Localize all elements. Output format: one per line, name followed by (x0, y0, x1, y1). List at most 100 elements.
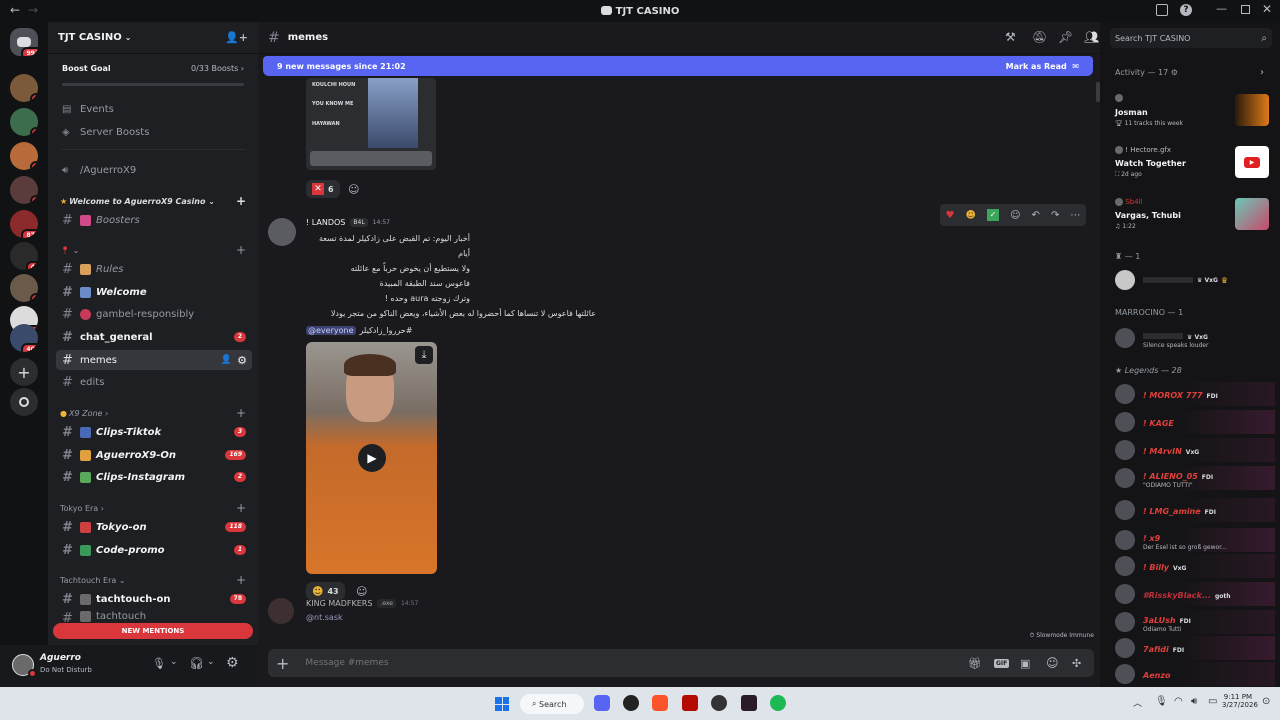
heart-reaction-icon[interactable]: ♥ (946, 210, 955, 221)
app-taskbar-icon[interactable] (623, 695, 639, 711)
add-channel-icon[interactable]: + (236, 406, 246, 420)
close-icon[interactable]: ✕ (1262, 2, 1272, 16)
member-item[interactable]: #RisskyBlack... goth (1115, 582, 1275, 606)
notification-icon[interactable]: ⊙ (1262, 696, 1270, 707)
member-item[interactable]: ! x9 Der Esel ist so groß gewor... (1115, 528, 1275, 552)
sticker-icon[interactable]: ▣ (1020, 657, 1030, 670)
sidebar-item-chat-general[interactable]: # chat_general 2 (56, 327, 252, 347)
new-mentions-button[interactable]: NEW MENTIONS (53, 623, 253, 639)
check-reaction-icon[interactable]: ✓ (987, 209, 1000, 221)
windows-start-icon[interactable] (495, 697, 509, 711)
member-item[interactable]: ! M4rvIN VxG (1115, 438, 1275, 462)
sidebar-item-edits[interactable]: # edits (56, 372, 252, 392)
app-taskbar-icon[interactable] (741, 695, 757, 711)
category-x9[interactable]: ● X9 Zone › + (56, 405, 252, 421)
help-icon[interactable]: ? (1180, 4, 1192, 16)
inbox-icon[interactable] (1156, 4, 1168, 16)
pin-icon[interactable]: 📌︎ (1058, 30, 1073, 44)
category-tokyo[interactable]: Tokyo Era › + (56, 500, 252, 516)
volume-icon[interactable]: 🔊︎ (1191, 696, 1197, 707)
home-icon[interactable]: 993 (10, 28, 38, 56)
emoji-picker-icon[interactable]: ☺ (1046, 656, 1059, 670)
tray-chevron-icon[interactable]: ︿ (1133, 696, 1142, 709)
server-icon[interactable]: 1 (10, 108, 38, 136)
category-small[interactable]: 📍︎ ⌄ + (56, 242, 252, 258)
author-name[interactable]: KING MADFKERS (306, 599, 372, 608)
server-icon[interactable]: 879 (10, 210, 38, 238)
apps-icon[interactable]: ✣ (1072, 657, 1081, 670)
member-item[interactable]: ♛ VxG Silence speaks louder (1115, 324, 1275, 352)
sidebar-item-tachtouch-on[interactable]: # tachtouch-on 78 (56, 589, 252, 609)
sidebar-item-rules[interactable]: # Rules (56, 259, 252, 279)
add-reaction-icon[interactable]: ☺ (1010, 210, 1020, 221)
gift-icon[interactable]: 🎁︎ (968, 657, 982, 670)
everyone-mention[interactable]: @everyone (306, 326, 356, 335)
reaction-x[interactable]: ✕ 6 (306, 180, 340, 198)
add-member-icon[interactable]: 👤+ (225, 31, 248, 44)
category-welcome[interactable]: ★ Welcome to AguerroX9 Casino ⌄ + (56, 193, 252, 209)
sidebar-item-boosters[interactable]: # Boosters (56, 210, 252, 230)
message[interactable]: ! LANDOS B4L 14:57 ♥ ☻ ✓ ☺ ↶ ↷ ⋯ أخبار ا… (258, 204, 1100, 600)
brave-taskbar-icon[interactable] (652, 695, 668, 711)
app-taskbar-icon[interactable] (711, 695, 727, 711)
laugh-reaction-icon[interactable]: ☻ (966, 210, 976, 221)
sidebar-item-clips-tiktok[interactable]: # Clips-Tiktok 3 (56, 422, 252, 442)
chevron-down-icon[interactable]: ⌄ (207, 657, 215, 667)
server-icon[interactable]: 3 (10, 176, 38, 204)
activity-item[interactable]: Sb4ll Vargas, Tchubi ♫ 1:22 (1115, 198, 1275, 238)
play-button-icon[interactable]: ▶ (358, 444, 386, 472)
mark-as-read-button[interactable]: Mark as Read ✉︎ (1006, 62, 1079, 71)
gear-icon[interactable]: ⚙ (1171, 68, 1178, 77)
member-list-icon[interactable]: 👥︎ (1084, 30, 1099, 44)
server-icon[interactable]: 1 (10, 74, 38, 102)
boost-goal[interactable]: Boost Goal 0/33 Boosts › (48, 54, 258, 82)
sidebar-item-clips-instagram[interactable]: # Clips-Instagram 2 (56, 467, 252, 487)
member-item[interactable]: ! ALIENO_05 FDI "ODIAMO TUTTI" (1115, 466, 1275, 490)
add-channel-icon[interactable]: + (236, 194, 246, 208)
sidebar-item-tachtouch[interactable]: # tachtouch (56, 611, 252, 623)
server-header[interactable]: TJT CASINO ⌄ 👤+ (48, 22, 258, 54)
avatar[interactable] (268, 218, 296, 246)
member-item[interactable]: ! KAGE (1115, 410, 1275, 434)
adobe-taskbar-icon[interactable] (682, 695, 698, 711)
member-item[interactable]: ♛ VxG ♛ (1115, 268, 1275, 292)
maximize-icon[interactable] (1241, 5, 1250, 14)
member-item[interactable]: 3aLUsh FDI Odiamo Tutti (1115, 610, 1275, 634)
sidebar-item-memes[interactable]: # memes 👤 ⚙ (56, 350, 252, 370)
add-channel-icon[interactable]: + (236, 573, 246, 587)
wifi-icon[interactable]: ◠ (1174, 696, 1183, 707)
member-item[interactable]: ! MOROX 777 FDI (1115, 382, 1275, 406)
download-icon[interactable]: ⤓ (415, 346, 433, 364)
sidebar-item-code-promo[interactable]: # Code-promo 1 (56, 540, 252, 560)
settings-gear-icon[interactable]: ⚙ (226, 655, 239, 671)
add-server-icon[interactable]: + (10, 358, 38, 386)
sidebar-item-gambel[interactable]: # gambel-responsibly (56, 304, 252, 324)
mic-tray-icon[interactable]: 🎙︎ (1155, 696, 1168, 707)
gif-icon[interactable]: GIF (994, 658, 1010, 668)
more-icon[interactable]: ⋯ (1070, 210, 1080, 221)
sidebar-item-tokyo-on[interactable]: # Tokyo-on 118 (56, 517, 252, 537)
username[interactable]: Aguerro (40, 653, 81, 663)
member-item[interactable]: Aenzo (1115, 662, 1275, 686)
server-icon[interactable]: 2 (10, 142, 38, 170)
new-messages-bar[interactable]: 9 new messages since 21:02 Mark as Read … (263, 56, 1093, 76)
battery-icon[interactable]: ▭ (1208, 696, 1217, 707)
member-item[interactable]: ! LMG_amine FDI (1115, 498, 1275, 522)
headphones-icon[interactable]: 🎧︎ (189, 656, 204, 670)
server-icon[interactable]: 405 (10, 324, 38, 352)
add-channel-icon[interactable]: + (236, 501, 246, 515)
member-item[interactable]: ! Billy VxG (1115, 554, 1275, 578)
sidebar-item-events[interactable]: ▤ Events (56, 99, 252, 119)
forward-icon[interactable]: ↷ (1051, 210, 1059, 221)
author-name[interactable]: ! LANDOS (306, 218, 345, 227)
invite-icon[interactable]: 👤 (221, 355, 232, 365)
activity-item[interactable]: Josman 🏆︎ 11 tracks this week (1115, 94, 1275, 134)
minimize-icon[interactable]: — (1216, 2, 1227, 15)
avatar[interactable] (268, 598, 294, 624)
microphone-icon[interactable]: 🎙︎ (152, 657, 166, 670)
message[interactable]: KING MADFKERS .exe 14:57 @nt.sask (258, 594, 1100, 634)
gear-icon[interactable]: ⚙ (237, 354, 247, 367)
add-reaction-icon[interactable]: ☺ (348, 183, 359, 196)
clock[interactable]: 9:11 PM 3/27/2026 (1222, 693, 1258, 709)
embed-preview[interactable]: KOULCHI HOUN YOU KNOW ME HAYAWAN (306, 78, 436, 170)
